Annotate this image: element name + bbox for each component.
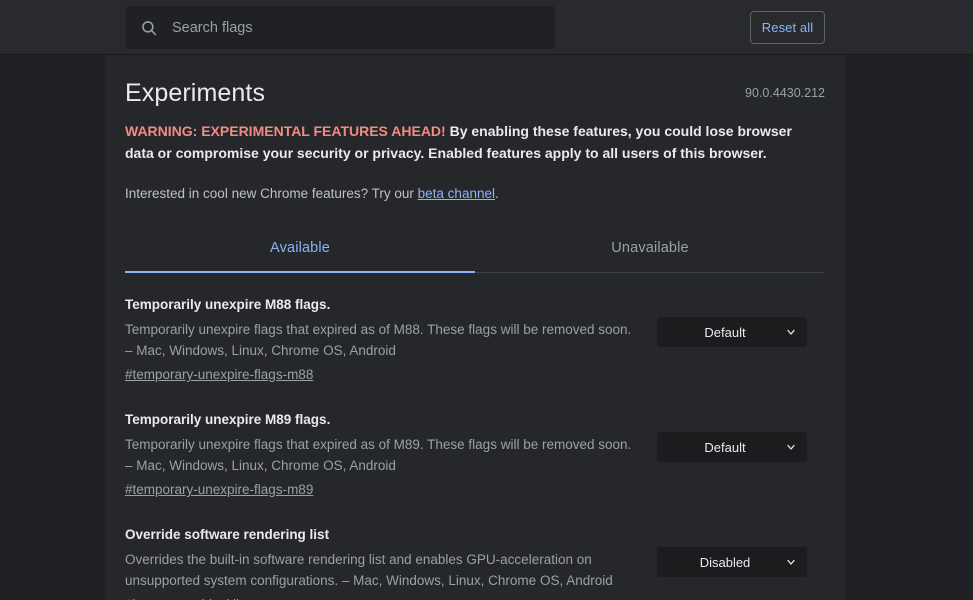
reset-all-button[interactable]: Reset all (750, 11, 825, 44)
flag-row: Temporarily unexpire M89 flags. Temporari… (125, 410, 825, 525)
flag-state-select[interactable]: DefaultEnabledDisabled (657, 432, 807, 462)
flag-description: Temporarily unexpire flags that expired … (125, 434, 641, 476)
search-box[interactable] (126, 6, 555, 49)
flag-text-block: Override software rendering list Override… (125, 525, 657, 600)
flag-title: Temporarily unexpire M89 flags. (125, 410, 641, 430)
flag-description: Temporarily unexpire flags that expired … (125, 319, 641, 361)
search-input[interactable] (172, 18, 541, 38)
flag-text-block: Temporarily unexpire M88 flags. Temporari… (125, 295, 657, 385)
version-number: 90.0.4430.212 (745, 86, 825, 100)
flag-state-select[interactable]: DefaultEnabledDisabled (657, 547, 807, 577)
flag-title: Temporarily unexpire M88 flags. (125, 295, 641, 315)
heading-row: Experiments 90.0.4430.212 (125, 55, 825, 109)
top-toolbar: Reset all (0, 0, 973, 55)
warning-paragraph: WARNING: EXPERIMENTAL FEATURES AHEAD! By… (125, 121, 797, 164)
flag-description: Overrides the built-in software renderin… (125, 549, 641, 591)
flag-title: Override software rendering list (125, 525, 641, 545)
flag-row: Override software rendering list Override… (125, 525, 825, 600)
flag-row: Temporarily unexpire M88 flags. Temporari… (125, 295, 825, 410)
warning-label: WARNING: EXPERIMENTAL FEATURES AHEAD! (125, 123, 446, 139)
flags-list: Temporarily unexpire M88 flags. Temporari… (125, 273, 825, 600)
flag-state-select[interactable]: DefaultEnabledDisabled (657, 317, 807, 347)
flag-select-wrapper: DefaultEnabledDisabled (657, 317, 807, 347)
beta-channel-link[interactable]: beta channel (418, 186, 495, 201)
flag-permalink[interactable]: #ignore-gpu-blocklist (125, 595, 250, 600)
beta-suffix-text: . (495, 186, 499, 201)
flag-select-wrapper: DefaultEnabledDisabled (657, 547, 807, 577)
experiments-card: Experiments 90.0.4430.212 WARNING: EXPER… (105, 55, 845, 600)
beta-prefix-text: Interested in cool new Chrome features? … (125, 186, 418, 201)
search-icon (140, 19, 158, 37)
beta-channel-paragraph: Interested in cool new Chrome features? … (125, 184, 825, 204)
tab-available[interactable]: Available (125, 230, 475, 272)
flag-select-wrapper: DefaultEnabledDisabled (657, 432, 807, 462)
tab-bar: Available Unavailable (125, 230, 825, 273)
active-tab-indicator (125, 271, 475, 273)
flag-text-block: Temporarily unexpire M89 flags. Temporari… (125, 410, 657, 500)
flag-permalink[interactable]: #temporary-unexpire-flags-m88 (125, 365, 313, 385)
page-title: Experiments (125, 77, 825, 109)
flag-permalink[interactable]: #temporary-unexpire-flags-m89 (125, 480, 313, 500)
page-body: Experiments 90.0.4430.212 WARNING: EXPER… (0, 55, 973, 600)
tab-unavailable[interactable]: Unavailable (475, 230, 825, 272)
